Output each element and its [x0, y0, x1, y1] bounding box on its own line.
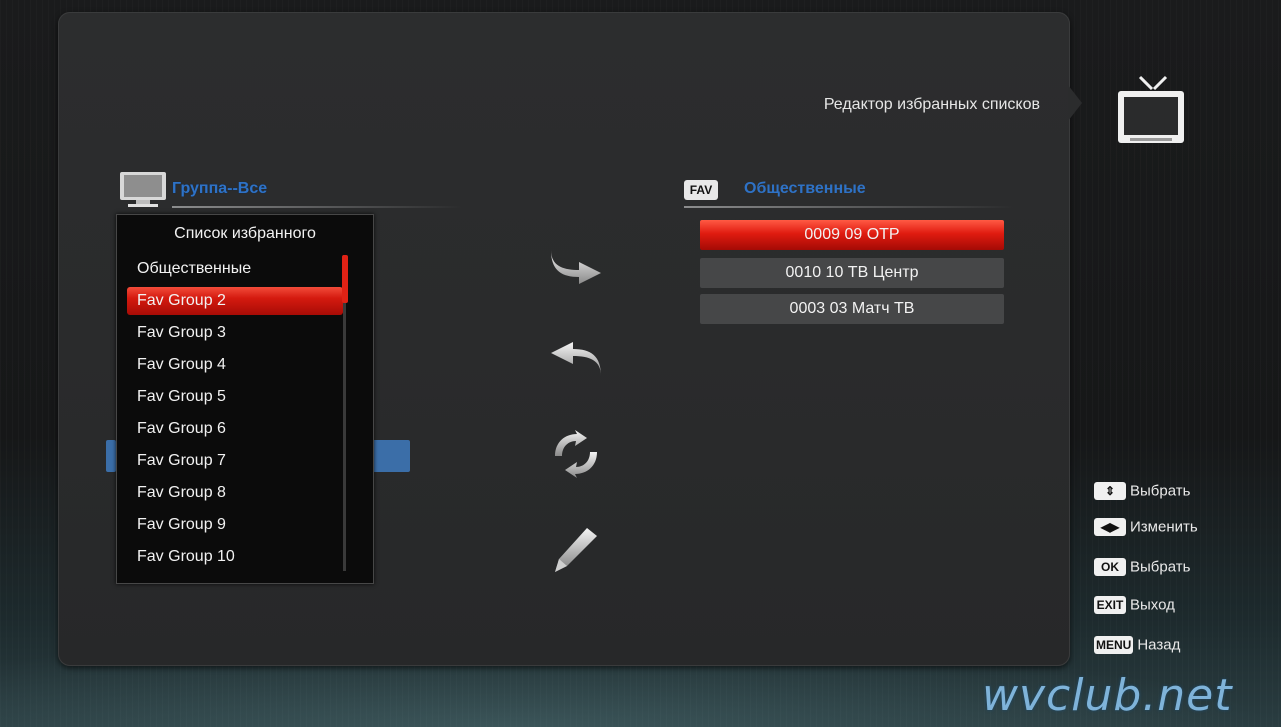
- hint-label: Выбрать: [1130, 482, 1191, 500]
- hint-label: Изменить: [1130, 518, 1198, 536]
- hint-label: Выход: [1130, 596, 1175, 614]
- menu-key-icon: MENU: [1094, 636, 1134, 655]
- hint-select: ⇕ Выбрать: [1094, 482, 1190, 504]
- tv-icon: [1114, 75, 1190, 151]
- popup-item-fav-group-3[interactable]: Fav Group 3: [127, 319, 343, 347]
- popup-item-fav-group-9[interactable]: Fav Group 9: [127, 511, 343, 539]
- hint-label: Назад: [1137, 636, 1181, 654]
- popup-item-fav-group-7[interactable]: Fav Group 7: [127, 447, 343, 475]
- page-title: Редактор избранных списков: [823, 96, 1040, 113]
- group-divider: [172, 206, 462, 208]
- hint-ok: OK Выбрать: [1094, 558, 1190, 580]
- popup-scroll-thumb[interactable]: [342, 255, 348, 303]
- hidden-option-tab: [372, 440, 410, 472]
- group-title: Группа--Все: [172, 180, 268, 197]
- watermark-logo: wvclub.net: [982, 670, 1233, 721]
- group-header: Группа--Все: [118, 170, 463, 210]
- popup-item-fav-group-8[interactable]: Fav Group 8: [127, 479, 343, 507]
- favorites-divider: [684, 206, 1014, 208]
- favorites-header: FAV Общественные: [684, 178, 1024, 214]
- popup-item-fav-group-5[interactable]: Fav Group 5: [127, 383, 343, 411]
- channel-row[interactable]: 0003 03 Матч ТВ: [700, 294, 1004, 324]
- move-left-arrow-icon[interactable]: [543, 336, 609, 384]
- swap-circular-arrows-icon[interactable]: [543, 430, 609, 478]
- favorite-list-popup: Список избранного Общественные Fav Group…: [116, 214, 374, 584]
- popup-item-fav-group-4[interactable]: Fav Group 4: [127, 351, 343, 379]
- left-right-key-icon: ◀▶: [1094, 518, 1126, 537]
- move-right-arrow-icon[interactable]: [543, 240, 609, 288]
- popup-header: Список избранного: [174, 225, 316, 242]
- fav-badge: FAV: [684, 180, 718, 200]
- hint-change: ◀▶ Изменить: [1094, 518, 1198, 540]
- channel-row[interactable]: 0009 09 ОТР: [700, 220, 1004, 250]
- up-down-key-icon: ⇕: [1094, 482, 1126, 501]
- popup-item-fav-group-6[interactable]: Fav Group 6: [127, 415, 343, 443]
- hint-exit: EXIT Выход: [1094, 596, 1175, 618]
- popup-item-fav-group-2[interactable]: Fav Group 2: [127, 287, 343, 315]
- hint-back: MENU Назад: [1094, 636, 1180, 658]
- exit-key-icon: EXIT: [1094, 596, 1126, 615]
- hint-label: Выбрать: [1130, 558, 1191, 576]
- ok-key-icon: OK: [1094, 558, 1126, 577]
- favorites-group-title: Общественные: [744, 180, 866, 197]
- popup-item-fav-group-10[interactable]: Fav Group 10: [127, 543, 343, 571]
- edit-pencil-icon[interactable]: [543, 526, 609, 574]
- popup-item-public[interactable]: Общественные: [127, 255, 343, 283]
- hidden-option-tab: [106, 440, 116, 472]
- monitor-icon: [118, 170, 172, 208]
- channel-row[interactable]: 0010 10 ТВ Центр: [700, 258, 1004, 288]
- title-pointer: [1068, 85, 1082, 121]
